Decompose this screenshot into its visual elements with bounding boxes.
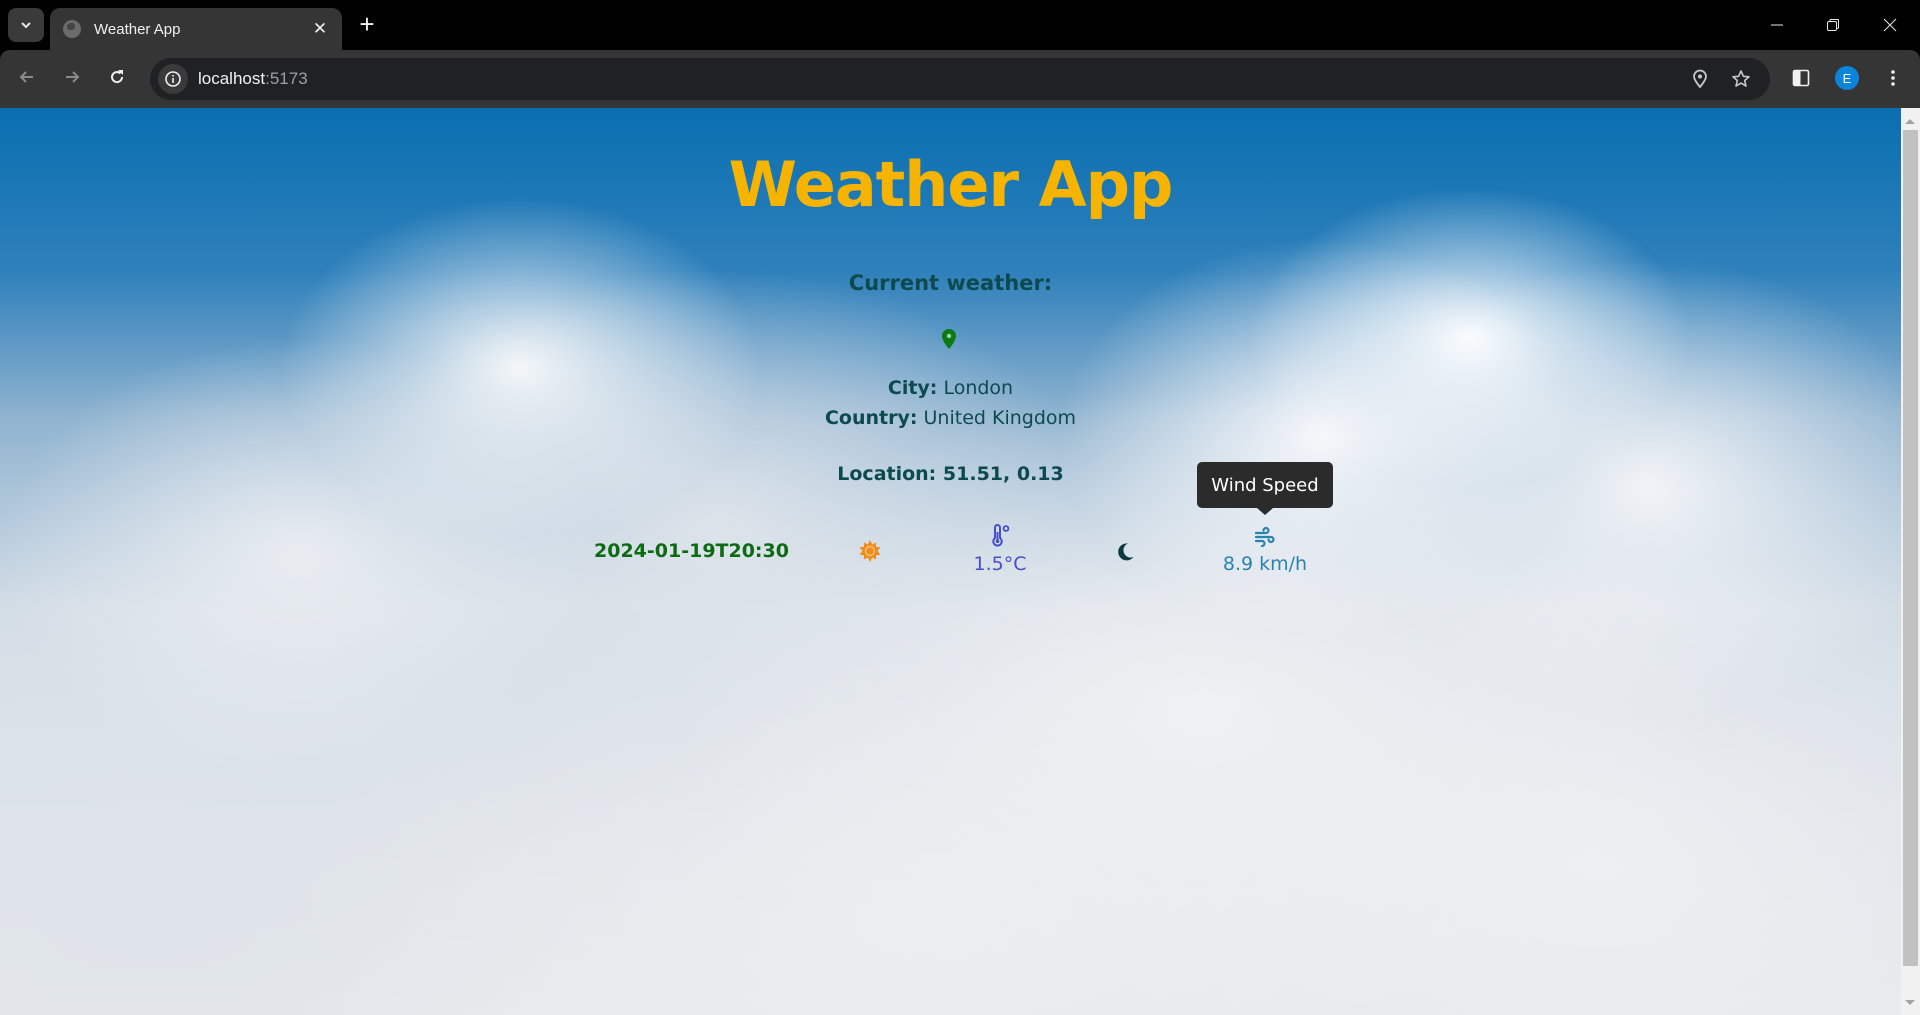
tab-title: Weather App — [94, 20, 181, 38]
side-panel-icon — [1792, 69, 1810, 87]
address-bar[interactable]: localhost:5173 — [150, 58, 1770, 100]
tab-search-button[interactable] — [8, 8, 44, 42]
side-panel-button[interactable] — [1785, 62, 1817, 94]
wind-speed-tooltip: Wind Speed — [1197, 462, 1333, 515]
wind-speed-value: 8.9 km/h — [1222, 553, 1308, 575]
close-window-button[interactable] — [1870, 10, 1910, 40]
sun-icon[interactable] — [859, 540, 881, 562]
url-host: localhost — [198, 69, 266, 88]
reload-button[interactable] — [102, 62, 132, 92]
restore-icon — [1827, 19, 1839, 31]
wind-icon — [1254, 526, 1275, 548]
menu-button[interactable] — [1877, 62, 1909, 94]
profile-avatar: E — [1835, 66, 1859, 90]
temperature-item[interactable]: 1.5°C — [955, 524, 1045, 575]
more-vertical-icon — [1891, 70, 1895, 86]
bookmark-star-icon[interactable] — [1726, 64, 1756, 94]
forward-button[interactable] — [57, 62, 87, 92]
reload-icon — [111, 70, 124, 84]
scroll-up-arrow-icon[interactable] — [1905, 119, 1915, 124]
url-text: localhost:5173 — [198, 69, 308, 89]
profile-button[interactable]: E — [1831, 62, 1863, 94]
browser-tab[interactable]: Weather App ✕ — [50, 8, 342, 50]
close-icon — [1883, 18, 1897, 32]
close-tab-icon[interactable]: ✕ — [310, 19, 330, 39]
location-permission-icon[interactable] — [1685, 64, 1715, 94]
restore-button[interactable] — [1813, 10, 1853, 40]
browser-toolbar: localhost:5173 E — [0, 50, 1920, 108]
page-viewport: Weather App Current weather: City: Londo… — [0, 108, 1901, 1015]
vertical-scrollbar[interactable] — [1901, 108, 1920, 1015]
arrow-left-icon — [19, 71, 33, 83]
wind-speed-item[interactable]: 8.9 km/h — [1210, 524, 1320, 575]
new-tab-button[interactable]: + — [354, 11, 380, 38]
arrow-right-icon — [66, 71, 80, 83]
back-button[interactable] — [12, 62, 42, 92]
minimize-icon — [1771, 24, 1783, 26]
weather-details-row: 2024-01-19T20:30 1.5°C 8.9 km/h Wind Spe… — [0, 108, 1901, 1015]
minimize-button[interactable] — [1757, 10, 1797, 40]
thermometer-icon — [992, 524, 1010, 547]
scroll-down-arrow-icon[interactable] — [1905, 1000, 1915, 1005]
temperature-value: 1.5°C — [973, 553, 1027, 575]
browser-titlebar: Weather App ✕ + — [0, 0, 1920, 50]
globe-icon — [63, 20, 81, 38]
scrollbar-thumb[interactable] — [1903, 130, 1918, 966]
chevron-down-icon — [21, 22, 31, 29]
datetime: 2024-01-19T20:30 — [594, 540, 789, 562]
site-info-icon[interactable] — [158, 64, 188, 94]
moon-icon[interactable] — [1115, 542, 1135, 562]
url-port: :5173 — [265, 69, 308, 88]
